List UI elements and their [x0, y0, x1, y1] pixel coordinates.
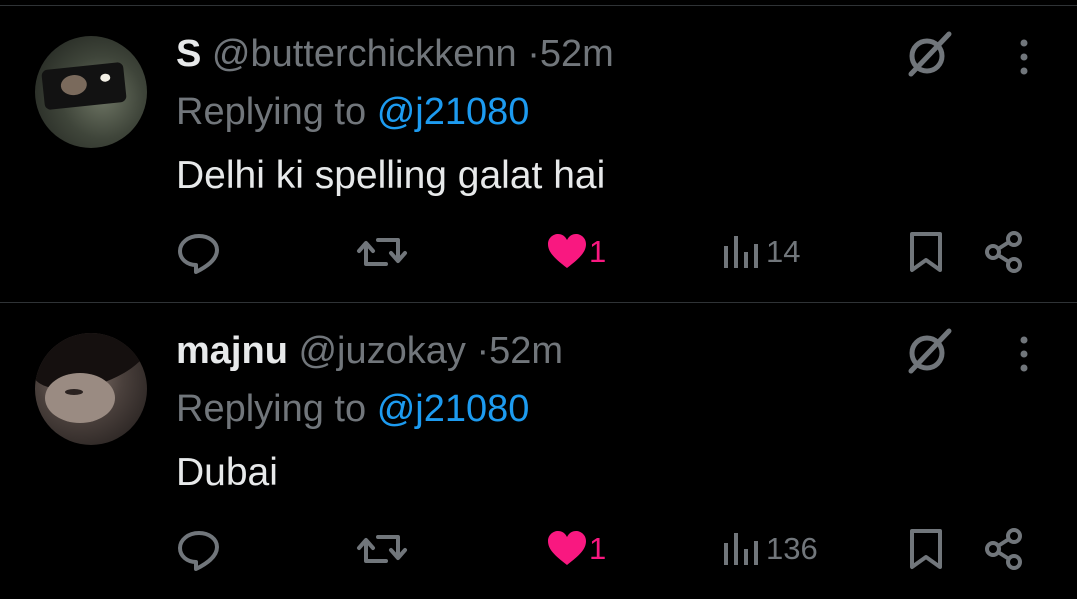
reply-button[interactable]: [176, 527, 226, 571]
retweet-icon: [357, 238, 407, 266]
retweet-button[interactable]: [356, 230, 408, 274]
reply-mention-link[interactable]: @j21080: [377, 91, 530, 133]
avatar-image: [41, 61, 127, 111]
user-handle[interactable]: @juzokay: [298, 330, 465, 372]
tweet-header: majnu @juzokay ·52m: [176, 329, 563, 373]
user-handle[interactable]: @butterchickkenn: [212, 33, 517, 75]
reply-icon: [178, 531, 219, 571]
separator-dot: ·: [527, 33, 540, 75]
reply-mention-link[interactable]: @j21080: [377, 388, 530, 430]
retweet-icon: [357, 535, 407, 563]
reply-icon: [178, 234, 219, 274]
tweet-text: Delhi ki spelling galat hai: [176, 154, 606, 197]
timestamp[interactable]: 52m: [540, 33, 614, 75]
grok-icon[interactable]: [903, 325, 955, 377]
display-name[interactable]: S: [176, 33, 201, 75]
heart-icon: [548, 234, 586, 268]
views-button[interactable]: 14: [722, 230, 812, 274]
timestamp[interactable]: 52m: [489, 330, 563, 372]
replying-to: Replying to @j21080: [176, 387, 529, 431]
tweet-header: S @butterchickkenn ·52m: [176, 32, 614, 76]
replying-to: Replying to @j21080: [176, 90, 529, 134]
share-button[interactable]: [984, 230, 1028, 274]
avatar[interactable]: [35, 333, 147, 445]
like-count: 1: [589, 531, 607, 566]
bookmark-icon: [910, 232, 942, 272]
bookmark-button[interactable]: [908, 527, 944, 571]
like-button[interactable]: 1: [546, 230, 626, 274]
view-count: 136: [766, 531, 818, 566]
tweet-1[interactable]: S @butterchickkenn ·52m Replying to @j21…: [0, 6, 1077, 302]
like-button[interactable]: 1: [546, 527, 626, 571]
replying-to-label: Replying to: [176, 388, 367, 430]
bookmark-button[interactable]: [908, 230, 944, 274]
views-icon: [724, 533, 758, 565]
share-icon: [985, 528, 1022, 570]
grok-icon[interactable]: [903, 28, 955, 80]
replying-to-label: Replying to: [176, 91, 367, 133]
share-icon: [985, 231, 1022, 273]
more-icon[interactable]: [1012, 333, 1036, 377]
avatar[interactable]: [35, 36, 147, 148]
view-count: 14: [766, 234, 801, 269]
views-button[interactable]: 136: [722, 527, 832, 571]
heart-icon: [548, 531, 586, 565]
reply-button[interactable]: [176, 230, 226, 274]
tweet-2[interactable]: majnu @juzokay ·52m Replying to @j21080 …: [0, 303, 1077, 599]
share-button[interactable]: [984, 527, 1028, 571]
views-icon: [724, 236, 758, 268]
tweet-text: Dubai: [176, 451, 278, 494]
separator-dot: ·: [476, 330, 490, 372]
retweet-button[interactable]: [356, 527, 408, 571]
like-count: 1: [589, 234, 607, 269]
bookmark-icon: [910, 529, 942, 569]
more-icon[interactable]: [1012, 36, 1036, 80]
display-name[interactable]: majnu: [176, 330, 288, 372]
